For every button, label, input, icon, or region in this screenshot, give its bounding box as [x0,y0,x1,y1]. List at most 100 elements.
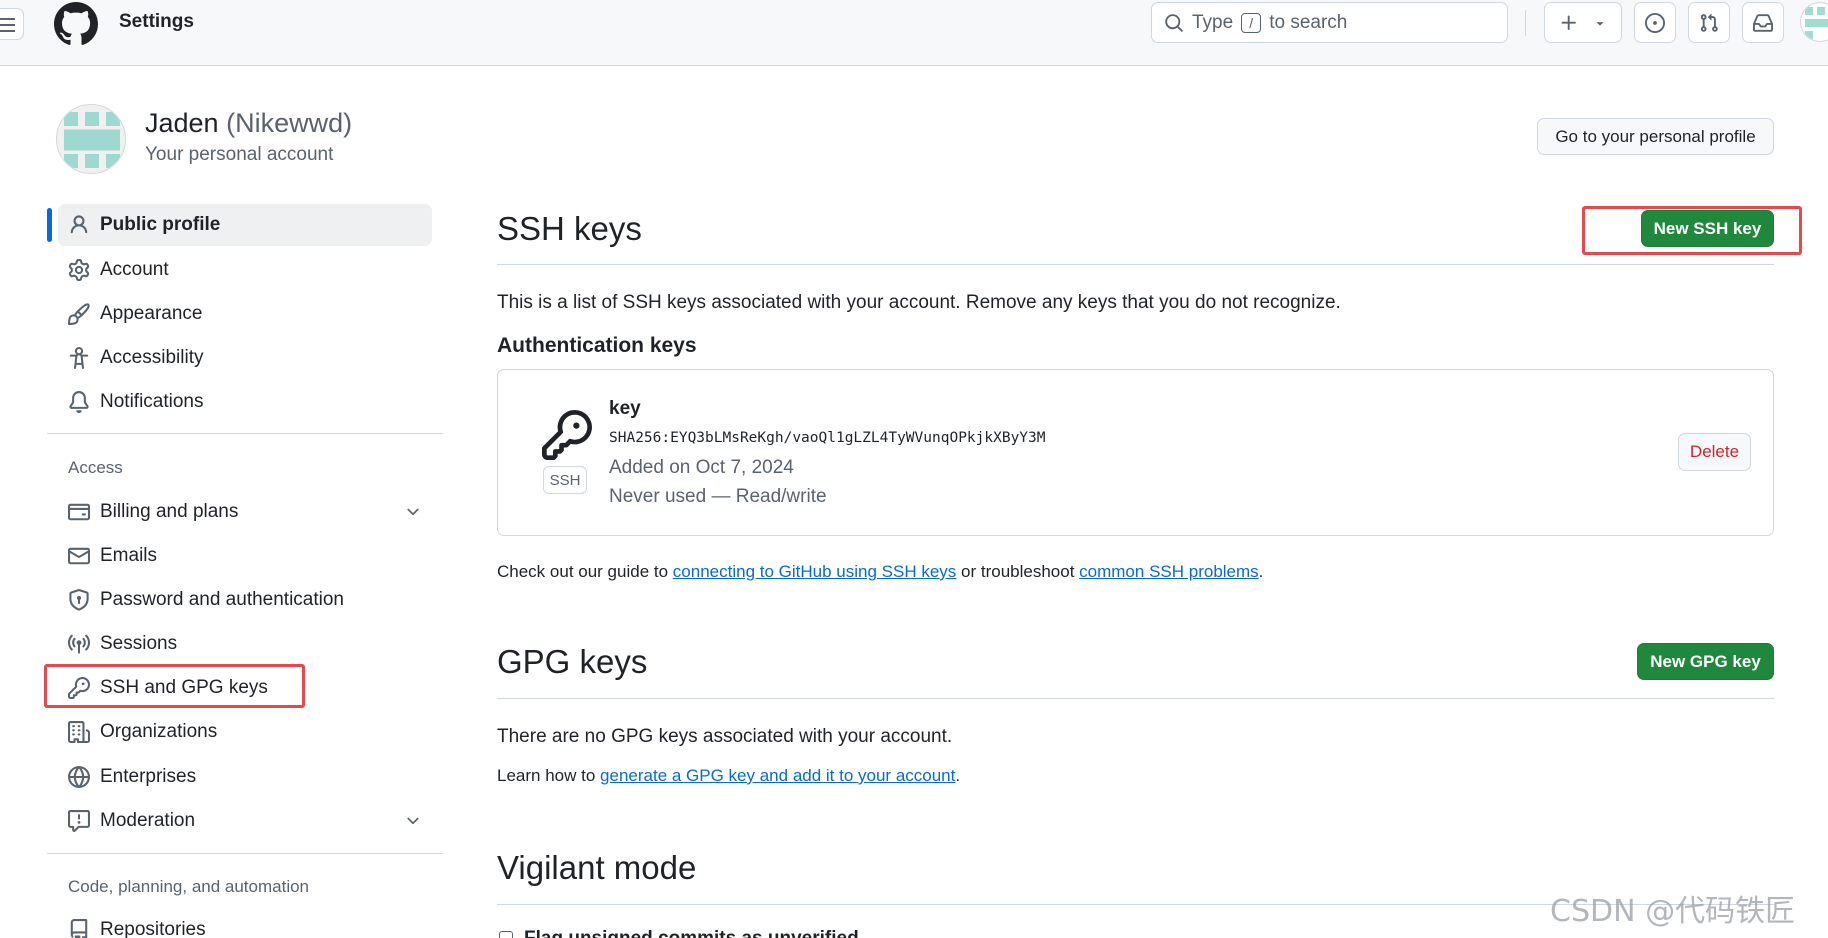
broadcast-icon [68,633,90,655]
issues-button[interactable] [1634,2,1676,43]
sidebar-item-enterprises[interactable]: Enterprises [58,756,432,798]
sidebar-item-moderation[interactable]: Moderation [58,800,432,842]
person-icon [68,214,90,236]
key-added-date: Added on Oct 7, 2024 [609,457,794,478]
sidebar-item-appearance[interactable]: Appearance [58,293,432,335]
section-divider [497,264,1774,265]
credit-card-icon [68,501,90,523]
app-header: Settings Type / to search [0,0,1828,66]
search-placeholder-suffix: to search [1269,11,1348,33]
accessibility-icon [68,347,90,369]
gpg-generate-link[interactable]: generate a GPG key and add it to your ac… [600,766,955,785]
ssh-guide-link[interactable]: connecting to GitHub using SSH keys [673,562,956,581]
sidebar-item-repositories[interactable]: Repositories [58,909,432,938]
ssh-description: This is a list of SSH keys associated wi… [497,292,1341,313]
gpg-learn-text: Learn how to generate a GPG key and add … [497,766,960,786]
profile-subtitle: Your personal account [145,144,334,165]
issue-opened-icon [1645,12,1665,33]
search-shortcut-key: / [1241,12,1262,33]
git-pull-request-icon [1699,13,1719,33]
vigilant-mode-heading: Vigilant mode [497,849,697,886]
guide-middle: or troubleshoot [961,562,1075,581]
watermark: CSDN @代码铁匠 [1550,894,1796,929]
sidebar-item-label: Sessions [100,633,178,654]
highlight-box [44,664,305,708]
sidebar-item-label: Public profile [100,214,221,235]
ssh-key-item: SSH key SHA256:EYQ3bLMsReKgh/vaoQl1gLZL4… [497,369,1774,536]
search-placeholder-prefix: Type [1192,11,1234,33]
sidebar-item-label: Appearance [100,303,203,324]
key-fingerprint: SHA256:EYQ3bLMsReKgh/vaoQl1gLZL4TyWVunqO… [609,430,1046,446]
hamburger-line [0,30,15,32]
ssh-guide-text: Check out our guide to connecting to Git… [497,562,1263,582]
shield-lock-icon [68,589,90,611]
sidebar-item-notifications[interactable]: Notifications [58,381,432,423]
sidebar-item-organizations[interactable]: Organizations [58,711,432,753]
hamburger-menu-button[interactable] [0,8,24,40]
section-divider [497,698,1774,699]
sidebar-item-public-profile[interactable]: Public profile [58,204,432,246]
key-usage: Never used — Read/write [609,486,827,507]
report-icon [68,810,90,832]
triangle-down-icon [1593,16,1607,30]
sidebar-item-sessions[interactable]: Sessions [58,623,432,665]
sidebar-group-code: Code, planning, and automation [68,877,310,896]
delete-key-button[interactable]: Delete [1678,433,1751,471]
profile-name: Jaden (Nikewwd) [145,108,352,139]
pull-requests-button[interactable] [1688,2,1730,43]
sidebar-group-access: Access [68,458,123,477]
inbox-button[interactable] [1742,2,1784,43]
go-to-profile-button[interactable]: Go to your personal profile [1537,118,1774,155]
page-title: Settings [119,11,194,32]
sidebar-item-label: Moderation [100,810,196,831]
sidebar-item-accessibility[interactable]: Accessibility [58,337,432,379]
sidebar-item-emails[interactable]: Emails [58,535,432,577]
user-avatar-menu[interactable] [1800,2,1828,42]
sidebar-item-label: Organizations [100,721,218,742]
search-icon [1164,13,1184,33]
create-new-button[interactable] [1544,2,1622,43]
bell-icon [68,391,90,413]
header-divider [1525,10,1526,36]
sidebar-item-label: Password and authentication [100,589,344,610]
sidebar-item-label: Enterprises [100,766,197,787]
chevron-down-icon[interactable] [404,503,422,521]
identicon-icon [57,105,125,173]
ssh-troubleshoot-link[interactable]: common SSH problems [1079,562,1259,581]
ssh-keys-heading: SSH keys [497,210,642,247]
search-input[interactable]: Type / to search [1151,2,1508,43]
gear-icon [68,259,90,281]
highlight-box [1582,206,1802,255]
new-gpg-key-button[interactable]: New GPG key [1637,643,1774,680]
organization-icon [68,721,90,743]
sidebar-item-password[interactable]: Password and authentication [58,579,432,621]
active-indicator [47,208,52,242]
globe-icon [68,766,90,788]
vigilant-mode-checkbox[interactable] [499,931,513,938]
sidebar-divider [47,853,443,854]
key-title: key [609,398,641,419]
profile-avatar[interactable] [56,104,126,174]
hamburger-line [0,24,15,26]
sidebar-item-account[interactable]: Account [58,249,432,291]
sidebar-item-billing[interactable]: Billing and plans [58,491,432,533]
paintbrush-icon [68,303,90,325]
profile-login: (Nikewwd) [226,108,353,138]
vigilant-option-label: Flag unsigned commits as unverified [524,928,859,938]
mail-icon [68,545,90,567]
sidebar-item-label: Repositories [100,919,206,938]
inbox-icon [1753,13,1773,33]
hamburger-line [0,18,15,20]
profile-display-name: Jaden [145,108,219,138]
gpg-empty-text: There are no GPG keys associated with yo… [497,726,953,747]
learn-prefix: Learn how to [497,766,596,785]
chevron-down-icon[interactable] [404,812,422,830]
sidebar-divider [47,433,443,434]
guide-suffix: . [1258,562,1264,581]
repo-icon [68,919,90,938]
gpg-keys-heading: GPG keys [497,643,648,680]
sidebar-item-label: Notifications [100,391,204,412]
key-icon [542,410,592,460]
github-logo-icon[interactable] [54,2,98,46]
sidebar-item-label: Account [100,259,169,280]
